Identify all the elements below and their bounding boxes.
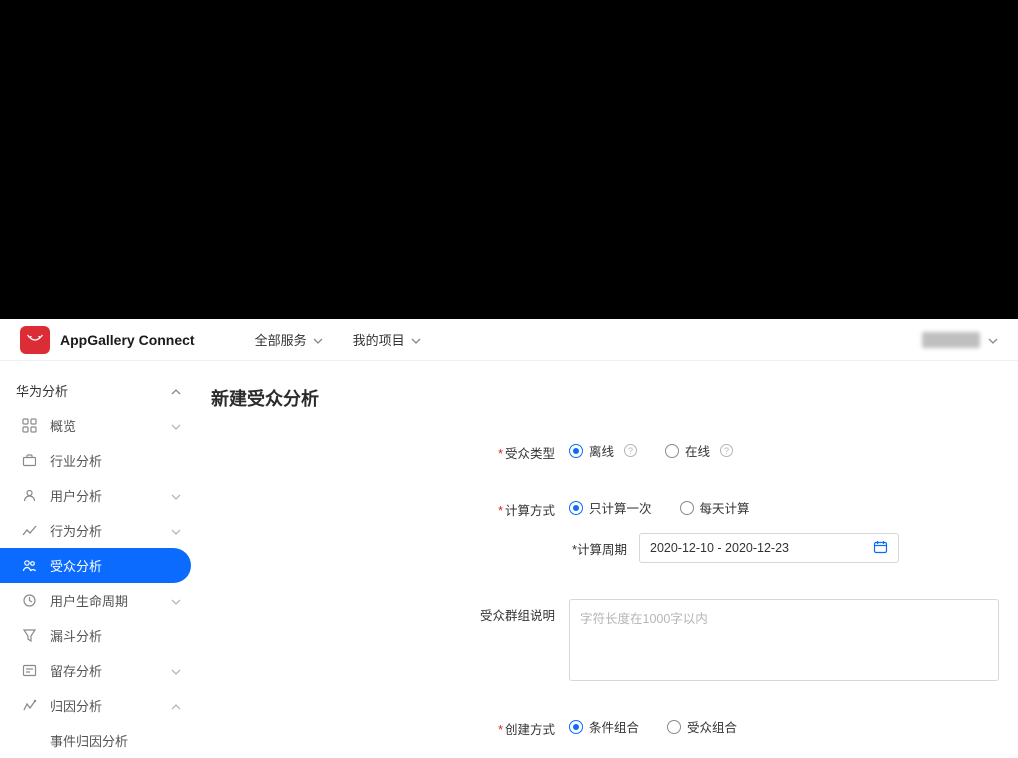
- chevron-down-icon: [171, 593, 181, 608]
- chevron-down-icon: [313, 332, 323, 347]
- chevron-up-icon: [171, 698, 181, 713]
- row-description: 受众群组说明 字符长度在1000字以内: [197, 599, 1018, 681]
- chevron-down-icon: [988, 332, 998, 347]
- radio-label: 每天计算: [700, 498, 750, 517]
- spacer-col: [197, 533, 569, 539]
- sidebar-item-industry[interactable]: 行业分析: [0, 443, 197, 478]
- retention-icon: [20, 662, 38, 680]
- label-audience-type: *受众类型: [197, 441, 569, 462]
- radio-condition-combo[interactable]: 条件组合: [569, 717, 639, 736]
- sidebar-item-overview[interactable]: 概览: [0, 408, 197, 443]
- radio-audience-combo[interactable]: 受众组合: [667, 717, 737, 736]
- label-description: 受众群组说明: [197, 599, 569, 624]
- sidebar: 华为分析 概览 行业分析 用户分析 行为分析 受众分析: [0, 361, 197, 758]
- radio-icon: [667, 720, 681, 734]
- calendar-icon: [873, 540, 888, 557]
- textarea-placeholder: 字符长度在1000字以内: [580, 612, 708, 626]
- radio-label: 在线: [685, 441, 710, 460]
- sidebar-group-huawei-analytics[interactable]: 华为分析: [0, 373, 197, 408]
- user-name-blurred: [922, 332, 980, 348]
- attribution-icon: [20, 697, 38, 715]
- chevron-down-icon: [171, 418, 181, 433]
- radio-offline[interactable]: 离线 ?: [569, 441, 637, 460]
- sidebar-item-behavior[interactable]: 行为分析: [0, 513, 197, 548]
- nav-my-projects[interactable]: 我的项目: [353, 330, 421, 349]
- radio-label: 离线: [589, 441, 614, 460]
- funnel-icon: [20, 627, 38, 645]
- nav-all-services[interactable]: 全部服务: [255, 330, 323, 349]
- chevron-down-icon: [171, 488, 181, 503]
- sidebar-item-label: 行业分析: [50, 451, 102, 470]
- sidebar-subitem-event-attribution[interactable]: 事件归因分析: [0, 723, 197, 758]
- app-title: AppGallery Connect: [60, 332, 195, 348]
- row-calc-period: *计算周期 2020-12-10 - 2020-12-23: [197, 533, 1018, 563]
- top-nav: AppGallery Connect 全部服务 我的项目: [0, 319, 1018, 361]
- date-range-input[interactable]: 2020-12-10 - 2020-12-23: [639, 533, 899, 563]
- sidebar-item-label: 用户生命周期: [50, 591, 128, 610]
- label-calc-period: *计算周期: [569, 539, 639, 558]
- sidebar-group-label: 华为分析: [16, 381, 68, 400]
- sidebar-item-label: 行为分析: [50, 521, 102, 540]
- sidebar-item-label: 漏斗分析: [50, 626, 102, 645]
- row-calc-method: *计算方式 只计算一次 每天计算: [197, 498, 1018, 519]
- description-textarea[interactable]: 字符长度在1000字以内: [569, 599, 999, 681]
- radio-icon: [569, 501, 583, 515]
- row-create-method: *创建方式 条件组合 受众组合: [197, 717, 1018, 738]
- chevron-down-icon: [411, 332, 421, 347]
- black-banner: [0, 0, 1018, 319]
- radio-calc-once[interactable]: 只计算一次: [569, 498, 652, 517]
- sidebar-item-funnel[interactable]: 漏斗分析: [0, 618, 197, 653]
- grid-icon: [20, 417, 38, 435]
- sidebar-item-label: 留存分析: [50, 661, 102, 680]
- sidebar-subitem-label: 事件归因分析: [50, 734, 128, 749]
- chevron-down-icon: [171, 523, 181, 538]
- label-calc-method: *计算方式: [197, 498, 569, 519]
- sidebar-item-label: 受众分析: [50, 556, 102, 575]
- radio-icon: [665, 444, 679, 458]
- sidebar-item-user[interactable]: 用户分析: [0, 478, 197, 513]
- main-content: 新建受众分析 *受众类型 离线 ? 在线 ? *计算方式: [197, 361, 1018, 758]
- user-icon: [20, 487, 38, 505]
- sidebar-item-lifecycle[interactable]: 用户生命周期: [0, 583, 197, 618]
- nav-all-services-label: 全部服务: [255, 330, 307, 349]
- user-menu[interactable]: [922, 332, 998, 348]
- chart-line-icon: [20, 522, 38, 540]
- date-range-value: 2020-12-10 - 2020-12-23: [650, 541, 789, 555]
- sidebar-item-label: 概览: [50, 416, 76, 435]
- sidebar-item-attribution[interactable]: 归因分析: [0, 688, 197, 723]
- radio-calc-daily[interactable]: 每天计算: [680, 498, 750, 517]
- radio-label: 只计算一次: [589, 498, 652, 517]
- lifecycle-icon: [20, 592, 38, 610]
- chevron-down-icon: [171, 663, 181, 678]
- radio-label: 条件组合: [589, 717, 639, 736]
- sidebar-item-audience[interactable]: 受众分析: [0, 548, 191, 583]
- radio-icon: [680, 501, 694, 515]
- briefcase-icon: [20, 452, 38, 470]
- help-icon[interactable]: ?: [624, 444, 637, 457]
- sidebar-item-label: 用户分析: [50, 486, 102, 505]
- sidebar-item-label: 归因分析: [50, 696, 102, 715]
- label-create-method: *创建方式: [197, 717, 569, 738]
- sidebar-item-retention[interactable]: 留存分析: [0, 653, 197, 688]
- radio-icon: [569, 444, 583, 458]
- radio-label: 受众组合: [687, 717, 737, 736]
- users-icon: [20, 557, 38, 575]
- row-audience-type: *受众类型 离线 ? 在线 ?: [197, 441, 1018, 462]
- chevron-up-icon: [171, 383, 181, 398]
- page-title: 新建受众分析: [211, 385, 1018, 441]
- huawei-logo-icon: [20, 326, 50, 354]
- radio-online[interactable]: 在线 ?: [665, 441, 733, 460]
- nav-my-projects-label: 我的项目: [353, 330, 405, 349]
- help-icon[interactable]: ?: [720, 444, 733, 457]
- radio-icon: [569, 720, 583, 734]
